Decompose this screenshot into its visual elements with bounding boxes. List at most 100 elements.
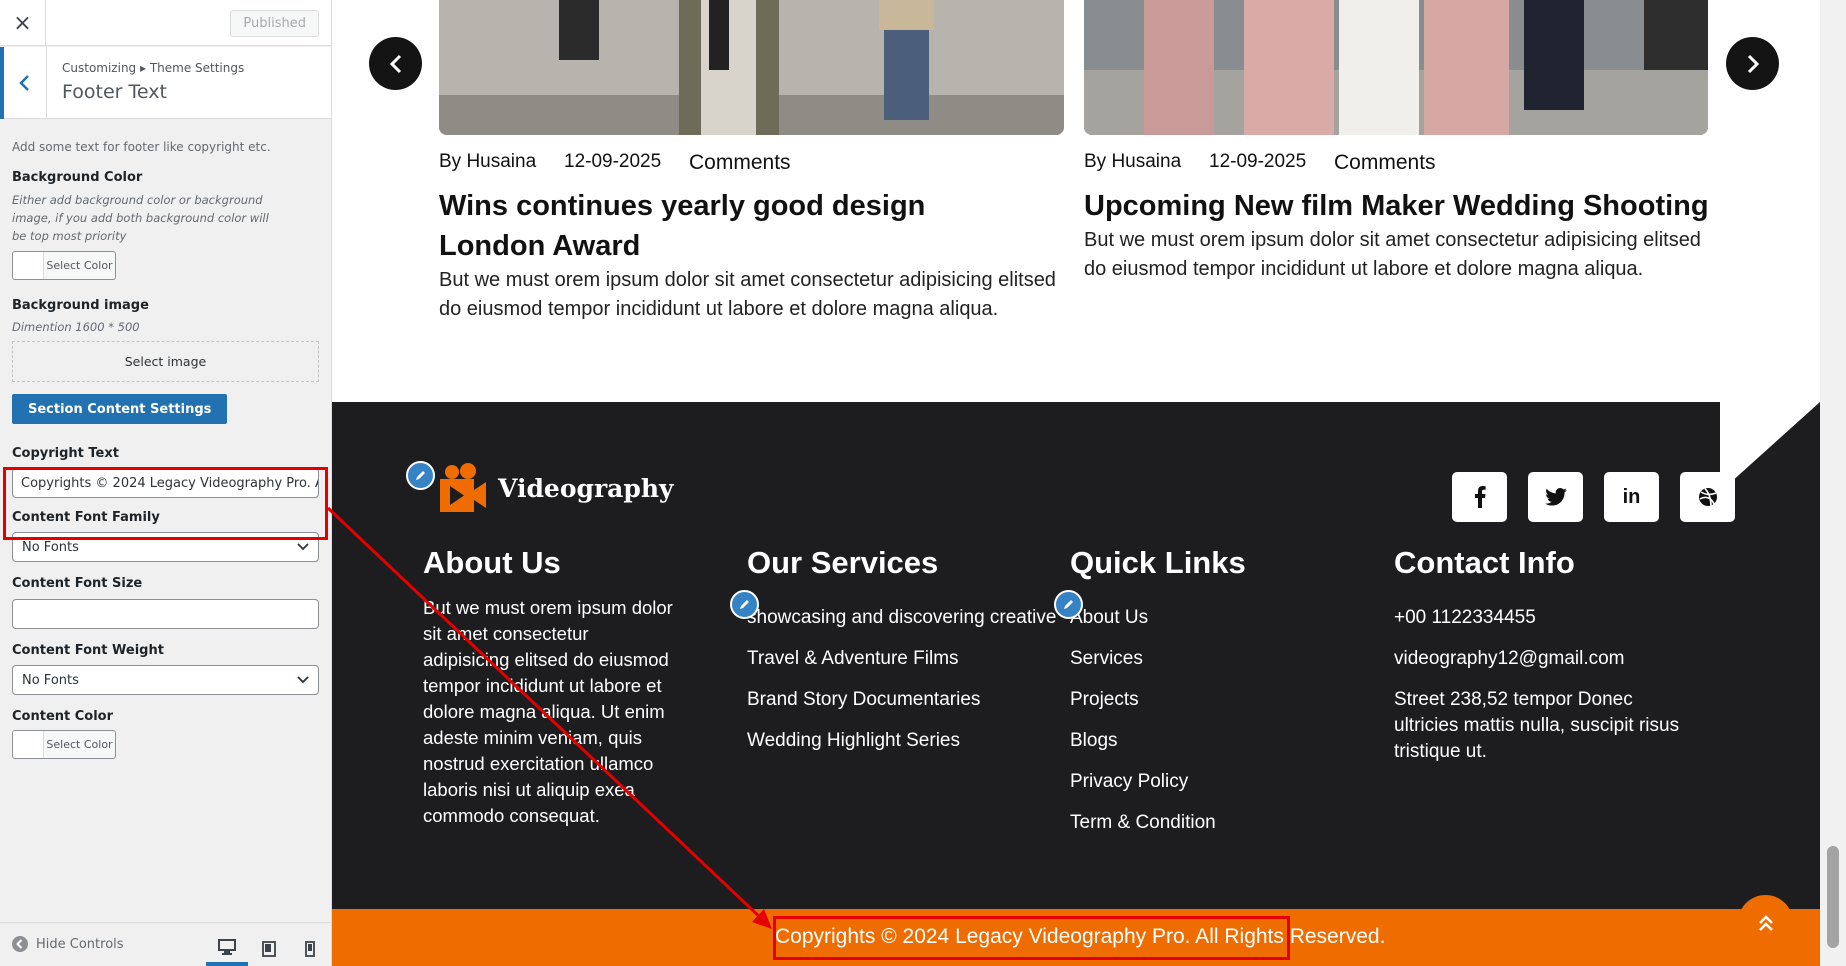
post-date: 12-09-2025 xyxy=(1209,151,1307,172)
desktop-icon[interactable] xyxy=(206,931,248,966)
footer-quick-links-heading: Quick Links xyxy=(1070,545,1246,580)
footer-contact-phone[interactable]: +00 1122334455 xyxy=(1394,605,1694,631)
twitter-icon[interactable] xyxy=(1528,472,1583,522)
font-weight-select[interactable]: No Fonts xyxy=(12,665,319,695)
footer-quick-link[interactable]: About Us xyxy=(1070,605,1246,631)
site-footer: Videography in About Us But we must orem… xyxy=(332,402,1820,909)
chevron-left-icon xyxy=(389,54,401,73)
video-camera-logo-icon xyxy=(440,463,486,512)
site-logo[interactable]: Videography xyxy=(438,462,674,514)
slider-prev-button[interactable] xyxy=(369,37,422,90)
background-color-note: Either add background color or backgroun… xyxy=(12,193,269,243)
footer-services-column: Our Services showcasing and discovering … xyxy=(747,545,1056,769)
collapse-icon xyxy=(12,936,28,952)
chevron-right-icon xyxy=(1747,54,1759,73)
post-date: 12-09-2025 xyxy=(564,151,662,172)
footer-corner-decoration xyxy=(1720,402,1820,492)
post-comments-link[interactable]: Comments xyxy=(1334,151,1436,175)
section-controls: Add some text for footer like copyright … xyxy=(12,140,320,759)
select-color-label: Select Color xyxy=(46,738,113,751)
linkedin-icon[interactable]: in xyxy=(1604,472,1659,522)
footer-contact-heading: Contact Info xyxy=(1394,545,1575,580)
copyright-text-label: Copyright Text xyxy=(12,446,119,461)
footer-contact-email[interactable]: videography12@gmail.com xyxy=(1394,646,1694,672)
back-button[interactable] xyxy=(0,47,47,119)
slider-next-button[interactable] xyxy=(1726,37,1779,90)
section-header: Customizing ▸ Theme Settings Footer Text xyxy=(0,47,331,119)
customizer-header: × Published xyxy=(0,0,331,46)
content-color-label: Content Color xyxy=(12,709,114,724)
footer-quick-link[interactable]: Projects xyxy=(1070,687,1246,713)
copyright-bar: Copyrights © 2024 Legacy Videography Pro… xyxy=(332,909,1820,966)
background-color-picker[interactable]: Select Color xyxy=(12,251,116,280)
logo-text: Videography xyxy=(498,473,674,503)
post-meta: By Husaina 12-09-2025 Comments xyxy=(1084,151,1436,175)
font-weight-value: No Fonts xyxy=(22,672,79,688)
copyright-highlight-box xyxy=(3,467,328,540)
select-image-button[interactable]: Select image xyxy=(12,341,319,382)
background-color-label: Background Color xyxy=(12,170,143,185)
edit-shortcut-pencil-icon[interactable] xyxy=(406,461,435,490)
footer-quick-link[interactable]: Privacy Policy xyxy=(1070,769,1246,795)
section-content-settings-button[interactable]: Section Content Settings xyxy=(12,394,228,424)
footer-quick-link[interactable]: Term & Condition xyxy=(1070,810,1246,836)
footer-quick-link[interactable]: Blogs xyxy=(1070,728,1246,754)
chevron-down-icon xyxy=(297,676,309,684)
content-color-picker[interactable]: Select Color xyxy=(12,730,116,759)
tablet-icon[interactable] xyxy=(248,931,290,966)
breadcrumb: Customizing ▸ Theme Settings xyxy=(62,61,245,75)
edit-shortcut-pencil-icon[interactable] xyxy=(730,590,759,619)
post-excerpt: But we must orem ipsum dolor sit amet co… xyxy=(439,269,1056,320)
post-image[interactable] xyxy=(1084,0,1708,135)
section-description: Add some text for footer like copyright … xyxy=(12,140,271,154)
background-image-note: Dimention 1600 * 500 xyxy=(12,320,140,334)
customizer-footer: Hide Controls xyxy=(0,922,331,966)
footer-quick-links-column: Quick Links About Us Services Projects B… xyxy=(1070,545,1246,851)
footer-service-link[interactable]: Travel & Adventure Films xyxy=(747,646,1056,672)
color-swatch xyxy=(13,252,44,279)
post-image[interactable] xyxy=(439,0,1064,135)
background-image-label: Background image xyxy=(12,298,149,313)
footer-service-link[interactable]: showcasing and discovering creative xyxy=(747,605,1056,631)
preview-scrollbar[interactable] xyxy=(1820,0,1846,966)
font-size-input[interactable] xyxy=(12,599,319,629)
color-swatch xyxy=(13,731,44,758)
font-weight-label: Content Font Weight xyxy=(12,643,164,658)
select-color-label: Select Color xyxy=(46,259,113,272)
publish-button[interactable]: Published xyxy=(230,10,319,37)
scroll-to-top-button[interactable] xyxy=(1738,895,1793,950)
footer-services-heading: Our Services xyxy=(747,545,939,580)
hide-controls-button[interactable]: Hide Controls xyxy=(12,936,124,952)
dribbble-icon[interactable] xyxy=(1680,472,1735,522)
post-comments-link[interactable]: Comments xyxy=(689,151,791,175)
mobile-icon[interactable] xyxy=(289,931,331,966)
copyright-preview-highlight-box xyxy=(773,916,1290,960)
social-links: in xyxy=(1452,472,1735,522)
footer-service-link[interactable]: Brand Story Documentaries xyxy=(747,687,1056,713)
footer-about-heading: About Us xyxy=(423,545,561,580)
footer-contact-address: Street 238,52 tempor Donec ultricies mat… xyxy=(1394,689,1680,762)
scrollbar-thumb[interactable] xyxy=(1827,846,1839,948)
post-author[interactable]: By Husaina xyxy=(439,151,564,175)
footer-about-column: About Us But we must orem ipsum dolor si… xyxy=(423,545,673,829)
edit-shortcut-pencil-icon[interactable] xyxy=(1054,590,1083,619)
site-preview: By Husaina 12-09-2025 Comments Wins cont… xyxy=(332,0,1820,966)
post-title[interactable]: Wins continues yearly good design London… xyxy=(439,186,1039,266)
facebook-icon[interactable] xyxy=(1452,472,1507,522)
font-size-label: Content Font Size xyxy=(12,576,143,591)
footer-service-link[interactable]: Wedding Highlight Series xyxy=(747,728,1056,754)
post-title[interactable]: Upcoming New film Maker Wedding Shooting xyxy=(1084,186,1724,226)
footer-quick-link[interactable]: Services xyxy=(1070,646,1246,672)
footer-contact-column: Contact Info +00 1122334455 videography1… xyxy=(1394,545,1694,780)
font-family-value: No Fonts xyxy=(22,539,79,555)
double-chevron-up-icon xyxy=(1758,914,1773,931)
hide-controls-label: Hide Controls xyxy=(36,936,124,952)
footer-about-text: But we must orem ipsum dolor sit amet co… xyxy=(423,597,673,826)
chevron-left-icon xyxy=(19,75,29,91)
chevron-down-icon xyxy=(297,543,309,551)
post-meta: By Husaina 12-09-2025 Comments xyxy=(439,151,791,175)
post-author[interactable]: By Husaina xyxy=(1084,151,1209,175)
post-excerpt: But we must orem ipsum dolor sit amet co… xyxy=(1084,229,1701,280)
customizer-sidebar: × Published Customizing ▸ Theme Settings… xyxy=(0,0,332,966)
close-icon[interactable]: × xyxy=(0,0,46,46)
